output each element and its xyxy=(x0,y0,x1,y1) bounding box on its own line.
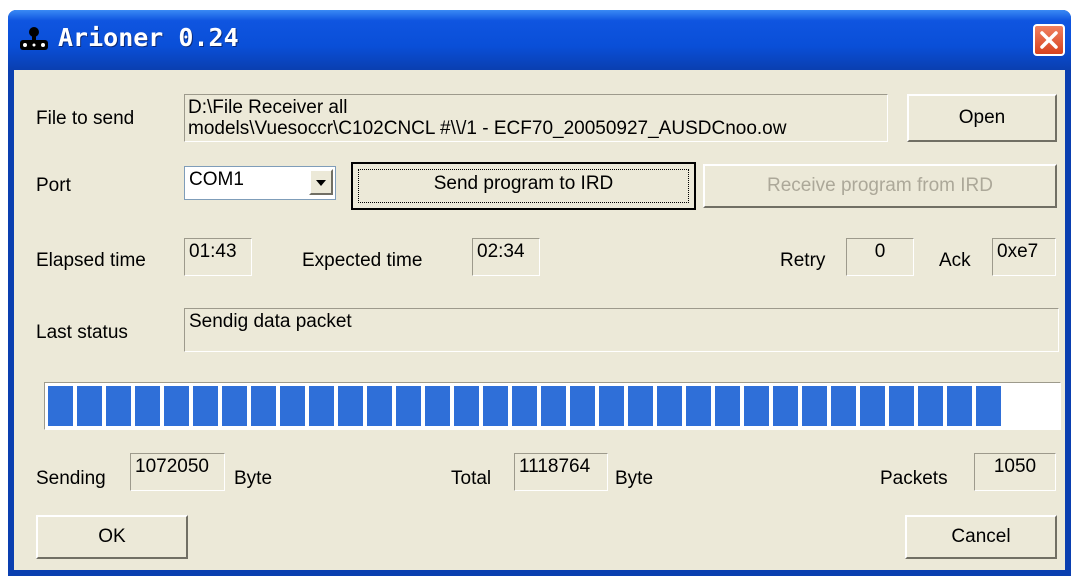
file-path-line2: models\Vuesoccr\C102CNCL #\\/1 - ECF70_2… xyxy=(188,118,787,139)
retry-field: 0 xyxy=(846,238,914,276)
port-select[interactable]: COM1 xyxy=(184,166,336,200)
packets-field: 1050 xyxy=(974,453,1056,491)
last-status-field: Sendig data packet xyxy=(184,308,1059,352)
ok-button-label: OK xyxy=(98,526,126,547)
receive-program-label: Receive program from IRD xyxy=(767,175,993,196)
elapsed-time-field: 01:43 xyxy=(184,238,252,276)
port-select-value: COM1 xyxy=(189,169,244,190)
focus-rectangle xyxy=(358,169,689,203)
last-status-label: Last status xyxy=(36,322,128,343)
total-bytes-field: 1118764 xyxy=(514,453,608,491)
retry-label: Retry xyxy=(780,250,826,271)
file-path-field[interactable]: D:\File Receiver all models\Vuesoccr\C10… xyxy=(184,94,888,142)
open-button-label: Open xyxy=(958,107,1006,128)
total-label: Total xyxy=(451,468,492,489)
sending-bytes-field: 1072050 xyxy=(130,453,225,491)
open-button[interactable]: Open xyxy=(907,94,1057,142)
ack-label: Ack xyxy=(939,250,971,271)
receive-program-button[interactable]: Receive program from IRD xyxy=(703,164,1057,208)
total-unit-label: Byte xyxy=(615,468,654,489)
chevron-down-icon[interactable] xyxy=(309,169,333,195)
cancel-button[interactable]: Cancel xyxy=(905,515,1057,559)
sending-label: Sending xyxy=(36,468,106,489)
file-path-line1: D:\File Receiver all xyxy=(188,97,348,118)
port-label: Port xyxy=(36,175,71,196)
elapsed-time-label: Elapsed time xyxy=(36,250,146,271)
title-bar[interactable]: Arioner 0.24 xyxy=(8,10,1071,70)
main-window: Arioner 0.24 File to send D:\File Receiv… xyxy=(8,10,1071,576)
app-icon xyxy=(20,27,48,50)
cancel-button-label: Cancel xyxy=(951,526,1011,547)
ack-field: 0xe7 xyxy=(992,238,1056,276)
close-icon xyxy=(1040,31,1058,49)
sending-unit-label: Byte xyxy=(234,468,273,489)
transfer-progress-bar xyxy=(44,382,1061,430)
file-to-send-label: File to send xyxy=(36,108,135,129)
expected-time-label: Expected time xyxy=(302,250,423,271)
dialog-client-area: File to send D:\File Receiver all models… xyxy=(14,70,1065,570)
ok-button[interactable]: OK xyxy=(36,515,188,559)
packets-label: Packets xyxy=(880,468,948,489)
window-title: Arioner 0.24 xyxy=(58,23,239,52)
progress-fill xyxy=(48,386,1001,426)
close-button[interactable] xyxy=(1033,24,1065,56)
expected-time-field: 02:34 xyxy=(472,238,540,276)
send-program-button[interactable]: Send program to IRD xyxy=(351,162,696,210)
